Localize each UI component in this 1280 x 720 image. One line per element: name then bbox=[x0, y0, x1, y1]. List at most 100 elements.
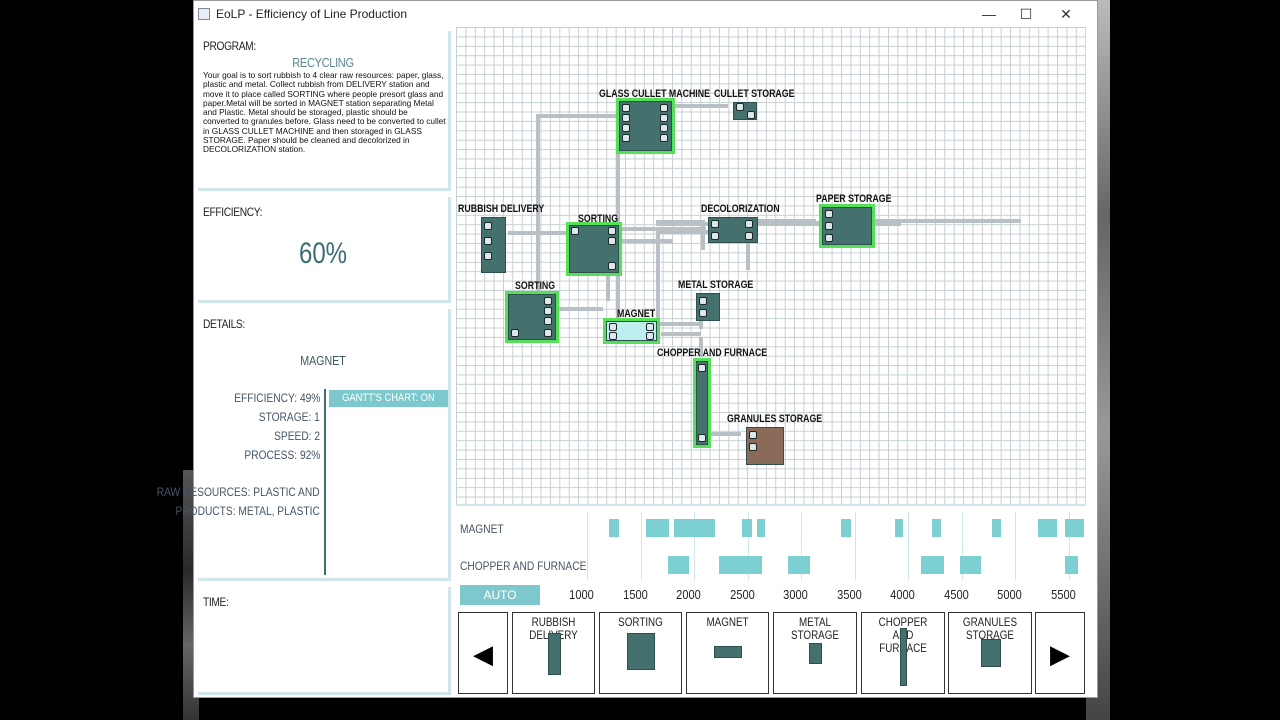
station-thumbnail bbox=[548, 633, 561, 675]
item-slot bbox=[736, 103, 744, 111]
item-slot bbox=[544, 307, 552, 315]
palette-item-metal-storage[interactable]: METAL STORAGE bbox=[773, 612, 857, 694]
station-thumbnail bbox=[900, 628, 907, 686]
gantt-bar-chopper bbox=[959, 556, 982, 574]
details-raw-resources: RAW RESOURCES: PLASTIC AND bbox=[157, 485, 320, 499]
station-thumbnail bbox=[627, 633, 655, 670]
details-station-name: MAGNET bbox=[300, 353, 346, 368]
factory-map[interactable]: GLASS CULLET MACHINE CULLET STORAGE RUBB… bbox=[456, 27, 1086, 504]
gantt-bar-magnet bbox=[1064, 519, 1085, 537]
program-header: PROGRAM: bbox=[203, 39, 256, 53]
item-slot bbox=[745, 220, 753, 228]
gantt-tick-label: 2000 bbox=[676, 587, 701, 602]
palette-item-chopper-and-furnace[interactable]: CHOPPER AND FURNACE bbox=[861, 612, 945, 694]
item-slot bbox=[749, 431, 757, 439]
label-magnet: MAGNET bbox=[617, 308, 656, 320]
palette-item-label: SORTING bbox=[618, 615, 663, 629]
gantt-bar-magnet bbox=[756, 519, 766, 537]
label-paper-storage: PAPER STORAGE bbox=[816, 193, 892, 205]
item-slot bbox=[622, 134, 630, 142]
gantt-bar-magnet bbox=[741, 519, 753, 537]
palette-item-rubbish-delivery[interactable]: RUBBISH DELIVERY bbox=[512, 612, 595, 694]
auto-scroll-button[interactable]: AUTO SCROLL bbox=[460, 585, 540, 622]
item-slot bbox=[609, 332, 617, 340]
conveyor bbox=[651, 322, 701, 326]
item-slot bbox=[745, 232, 753, 240]
palette-next-button[interactable]: ▶ bbox=[1035, 612, 1085, 694]
desktop-background-right bbox=[1097, 0, 1280, 720]
arrow-right-icon: ▶ bbox=[1050, 639, 1070, 669]
efficiency-header: EFFICIENCY: bbox=[203, 205, 263, 219]
palette-prev-button[interactable]: ◀ bbox=[458, 612, 508, 694]
time-header: TIME: bbox=[203, 595, 229, 609]
item-slot bbox=[711, 220, 719, 228]
palette-item-label: METAL STORAGE bbox=[791, 615, 839, 642]
gantt-tick-label: 5500 bbox=[1050, 587, 1076, 602]
conveyor bbox=[553, 307, 603, 311]
item-slot bbox=[699, 309, 707, 317]
gantt-bar-chopper bbox=[787, 556, 811, 574]
gantt-bar-magnet bbox=[659, 519, 670, 537]
item-slot bbox=[484, 237, 492, 245]
details-efficiency: EFFICIENCY: 49% bbox=[233, 391, 320, 405]
conveyor bbox=[661, 332, 701, 336]
label-metal-storage: METAL STORAGE bbox=[678, 279, 754, 291]
item-slot bbox=[608, 237, 616, 245]
gantt-gridline bbox=[854, 512, 856, 580]
gantt-chart: MAGNET CHOPPER AND FURNACE AUTO SCROLL 1… bbox=[456, 504, 1086, 622]
gantt-tick-label: 4000 bbox=[890, 587, 915, 602]
gantt-bar-magnet bbox=[674, 519, 695, 537]
item-slot bbox=[544, 297, 552, 305]
station-thumbnail bbox=[714, 646, 742, 658]
gantt-bar-magnet bbox=[694, 519, 705, 537]
gantt-chart-toggle[interactable]: GANTT'S CHART: ON bbox=[329, 390, 448, 407]
maximize-button[interactable]: ☐ bbox=[1006, 1, 1046, 27]
item-slot bbox=[484, 222, 492, 230]
item-slot bbox=[622, 124, 630, 132]
palette-item-sorting[interactable]: SORTING bbox=[599, 612, 682, 694]
item-slot bbox=[544, 329, 552, 337]
conveyor bbox=[613, 239, 673, 243]
gantt-tick-label: 4500 bbox=[943, 587, 969, 602]
conveyor bbox=[508, 231, 568, 235]
app-icon bbox=[198, 8, 210, 20]
item-slot bbox=[622, 104, 630, 112]
label-chopper-and-furnace: CHOPPER AND FURNACE bbox=[657, 347, 768, 359]
gantt-bar-chopper bbox=[921, 556, 944, 574]
palette-item-label: MAGNET bbox=[706, 615, 749, 629]
app-window: EoLP - Efficiency of Line Production — ☐… bbox=[157, 0, 1098, 698]
palette-item-magnet[interactable]: MAGNET bbox=[686, 612, 769, 694]
details-header: DETAILS: bbox=[203, 317, 245, 331]
gantt-bar-magnet bbox=[841, 519, 851, 537]
close-button[interactable]: ✕ bbox=[1046, 1, 1086, 27]
item-slot bbox=[699, 297, 707, 305]
palette-item-granules-storage[interactable]: GRANULES STORAGE bbox=[948, 612, 1032, 694]
gantt-bar-chopper bbox=[719, 556, 762, 574]
item-slot bbox=[646, 323, 654, 331]
minimize-button[interactable]: — bbox=[969, 1, 1009, 27]
gantt-tick-label: 2500 bbox=[729, 587, 755, 602]
gantt-gridline bbox=[1015, 512, 1016, 580]
efficiency-panel: EFFICIENCY: 60% bbox=[198, 197, 451, 303]
gantt-tick-label: 1500 bbox=[622, 587, 648, 602]
label-sorting-1: SORTING bbox=[578, 213, 619, 225]
gantt-bar-magnet bbox=[932, 519, 941, 537]
item-slot bbox=[484, 252, 492, 260]
station-thumbnail bbox=[809, 643, 822, 664]
label-rubbish-delivery: RUBBISH DELIVERY bbox=[458, 203, 545, 215]
station-chopper-and-furnace[interactable] bbox=[693, 358, 711, 448]
station-thumbnail bbox=[981, 639, 1001, 667]
details-divider bbox=[324, 389, 326, 575]
gantt-tick-label: 3500 bbox=[836, 587, 862, 602]
details-process: PROCESS: 92% bbox=[244, 448, 320, 462]
item-slot bbox=[608, 262, 616, 270]
gantt-bar-chopper bbox=[667, 556, 690, 574]
label-cullet-storage: CULLET STORAGE bbox=[714, 88, 795, 100]
details-speed: SPEED: 2 bbox=[274, 429, 320, 443]
item-slot bbox=[660, 124, 668, 132]
details-panel: DETAILS: MAGNET EFFICIENCY: 49% STORAGE:… bbox=[157, 309, 451, 581]
label-decolorization: DECOLORIZATION bbox=[701, 203, 780, 215]
details-products: PRODUCTS: METAL, PLASTIC bbox=[175, 504, 320, 518]
item-slot bbox=[825, 234, 833, 242]
details-storage: STORAGE: 1 bbox=[258, 410, 320, 424]
